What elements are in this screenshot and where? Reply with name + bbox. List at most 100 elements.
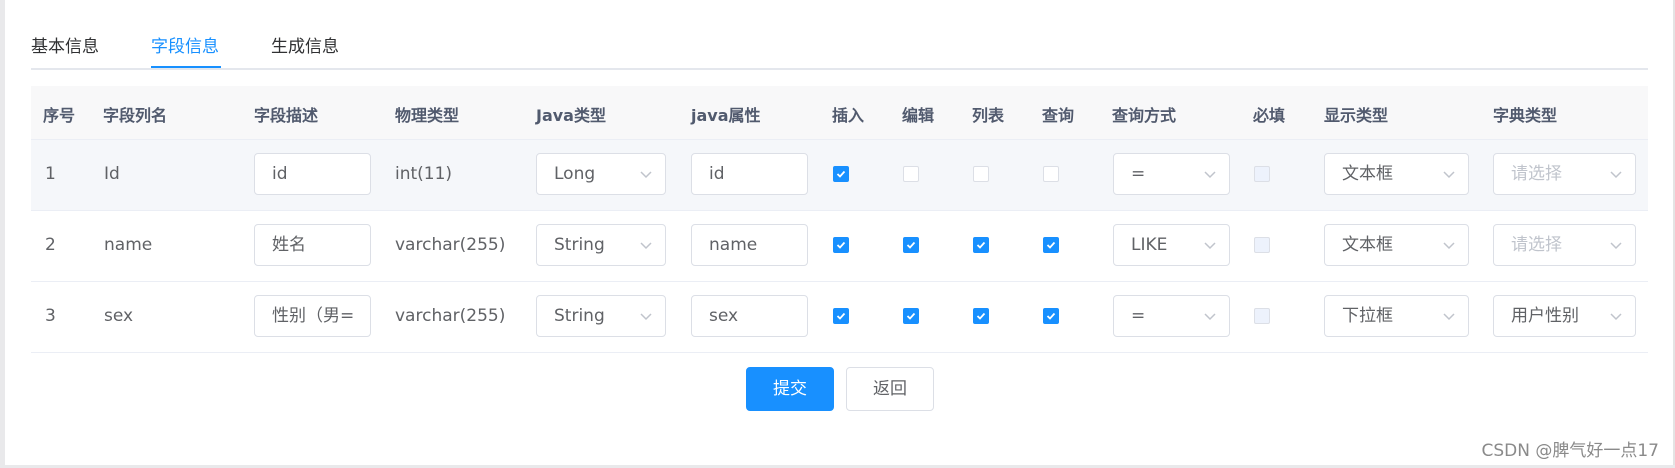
required-checkbox[interactable] xyxy=(1254,237,1270,253)
check-icon xyxy=(906,312,916,320)
java-field-input[interactable]: name xyxy=(691,224,808,266)
select-value: LIKE xyxy=(1131,235,1168,255)
select-value: String xyxy=(554,306,605,326)
header-dict-type: 字典类型 xyxy=(1493,106,1558,125)
dict-type-select[interactable]: 请选择 xyxy=(1493,153,1636,195)
java-type-select[interactable]: Long xyxy=(536,153,666,195)
list-checkbox[interactable] xyxy=(973,308,989,324)
insert-checkbox[interactable] xyxy=(833,166,849,182)
header-insert: 插入 xyxy=(832,106,865,125)
submit-button[interactable]: 提交 xyxy=(746,367,834,411)
tab-basic-info[interactable]: 基本信息 xyxy=(31,32,99,57)
header-query-type: 查询方式 xyxy=(1112,106,1177,125)
window-left-edge xyxy=(0,0,5,468)
html-type-select[interactable]: 下拉框 xyxy=(1324,295,1469,337)
cell-index: 1 xyxy=(45,164,56,184)
check-icon xyxy=(836,170,846,178)
query-type-select[interactable]: = xyxy=(1113,153,1230,195)
select-value: Long xyxy=(554,164,596,184)
chevron-down-icon xyxy=(640,313,652,321)
header-index: 序号 xyxy=(43,106,76,125)
java-type-select[interactable]: String xyxy=(536,224,666,266)
edit-checkbox[interactable] xyxy=(903,166,919,182)
table-row: 3 sex 性别（男= varchar(255) String sex = 下拉… xyxy=(31,282,1648,353)
header-list: 列表 xyxy=(972,106,1005,125)
cell-column-name: name xyxy=(104,235,153,255)
dict-type-select[interactable]: 用户性别 xyxy=(1493,295,1636,337)
java-field-input[interactable]: id xyxy=(691,153,808,195)
java-type-select[interactable]: String xyxy=(536,295,666,337)
header-column-name: 字段列名 xyxy=(103,106,168,125)
insert-checkbox[interactable] xyxy=(833,237,849,253)
check-icon xyxy=(836,241,846,249)
cell-column-name: sex xyxy=(104,306,134,326)
watermark: CSDN @脾气好一点17 xyxy=(1481,441,1659,461)
chevron-down-icon xyxy=(1610,242,1622,250)
query-type-select[interactable]: = xyxy=(1113,295,1230,337)
dict-type-select[interactable]: 请选择 xyxy=(1493,224,1636,266)
query-checkbox[interactable] xyxy=(1043,166,1059,182)
cell-index: 3 xyxy=(45,306,56,326)
list-checkbox[interactable] xyxy=(973,166,989,182)
cell-column-name: Id xyxy=(104,164,120,184)
tab-generate-info[interactable]: 生成信息 xyxy=(271,32,339,57)
check-icon xyxy=(1046,312,1056,320)
back-button[interactable]: 返回 xyxy=(846,367,934,411)
header-physical-type: 物理类型 xyxy=(395,106,460,125)
select-value: 下拉框 xyxy=(1342,306,1393,326)
table-row: 1 Id id int(11) Long id = 文本框 请选择 xyxy=(31,140,1648,211)
chevron-down-icon xyxy=(1610,171,1622,179)
select-value: String xyxy=(554,235,605,255)
query-type-select[interactable]: LIKE xyxy=(1113,224,1230,266)
chevron-down-icon xyxy=(1443,171,1455,179)
description-input[interactable]: id xyxy=(254,153,371,195)
select-placeholder: 请选择 xyxy=(1511,235,1562,255)
tab-field-info[interactable]: 字段信息 xyxy=(151,32,219,57)
check-icon xyxy=(906,241,916,249)
check-icon xyxy=(976,312,986,320)
table-row: 2 name 姓名 varchar(255) String name LIKE … xyxy=(31,211,1648,282)
check-icon xyxy=(1046,241,1056,249)
select-value: 用户性别 xyxy=(1511,306,1579,326)
header-description: 字段描述 xyxy=(254,106,319,125)
active-tab-indicator xyxy=(151,66,221,68)
cell-physical-type: int(11) xyxy=(395,164,453,184)
required-checkbox[interactable] xyxy=(1254,166,1270,182)
header-edit: 编辑 xyxy=(902,106,935,125)
chevron-down-icon xyxy=(1204,242,1216,250)
table-header: 序号 字段列名 字段描述 物理类型 Java类型 java属性 插入 编辑 列表… xyxy=(31,86,1648,140)
select-value: 文本框 xyxy=(1342,164,1393,184)
java-field-input[interactable]: sex xyxy=(691,295,808,337)
chevron-down-icon xyxy=(1204,313,1216,321)
description-input[interactable]: 姓名 xyxy=(254,224,371,266)
header-html-type: 显示类型 xyxy=(1324,106,1389,125)
description-input[interactable]: 性别（男= xyxy=(254,295,371,337)
chevron-down-icon xyxy=(640,171,652,179)
cell-index: 2 xyxy=(45,235,56,255)
check-icon xyxy=(836,312,846,320)
cell-physical-type: varchar(255) xyxy=(395,235,506,255)
select-value: = xyxy=(1131,164,1146,184)
tab-bar: 基本信息 字段信息 生成信息 xyxy=(31,22,1648,70)
insert-checkbox[interactable] xyxy=(833,308,849,324)
edit-checkbox[interactable] xyxy=(903,237,919,253)
html-type-select[interactable]: 文本框 xyxy=(1324,153,1469,195)
header-java-field: java属性 xyxy=(691,106,761,125)
cell-physical-type: varchar(255) xyxy=(395,306,506,326)
query-checkbox[interactable] xyxy=(1043,237,1059,253)
edit-checkbox[interactable] xyxy=(903,308,919,324)
field-table: 序号 字段列名 字段描述 物理类型 Java类型 java属性 插入 编辑 列表… xyxy=(31,86,1648,353)
header-java-type: Java类型 xyxy=(536,106,606,125)
required-checkbox[interactable] xyxy=(1254,308,1270,324)
check-icon xyxy=(976,241,986,249)
header-required: 必填 xyxy=(1253,106,1286,125)
chevron-down-icon xyxy=(1610,313,1622,321)
query-checkbox[interactable] xyxy=(1043,308,1059,324)
chevron-down-icon xyxy=(1443,313,1455,321)
select-value: 文本框 xyxy=(1342,235,1393,255)
chevron-down-icon xyxy=(1443,242,1455,250)
chevron-down-icon xyxy=(640,242,652,250)
html-type-select[interactable]: 文本框 xyxy=(1324,224,1469,266)
chevron-down-icon xyxy=(1204,171,1216,179)
list-checkbox[interactable] xyxy=(973,237,989,253)
